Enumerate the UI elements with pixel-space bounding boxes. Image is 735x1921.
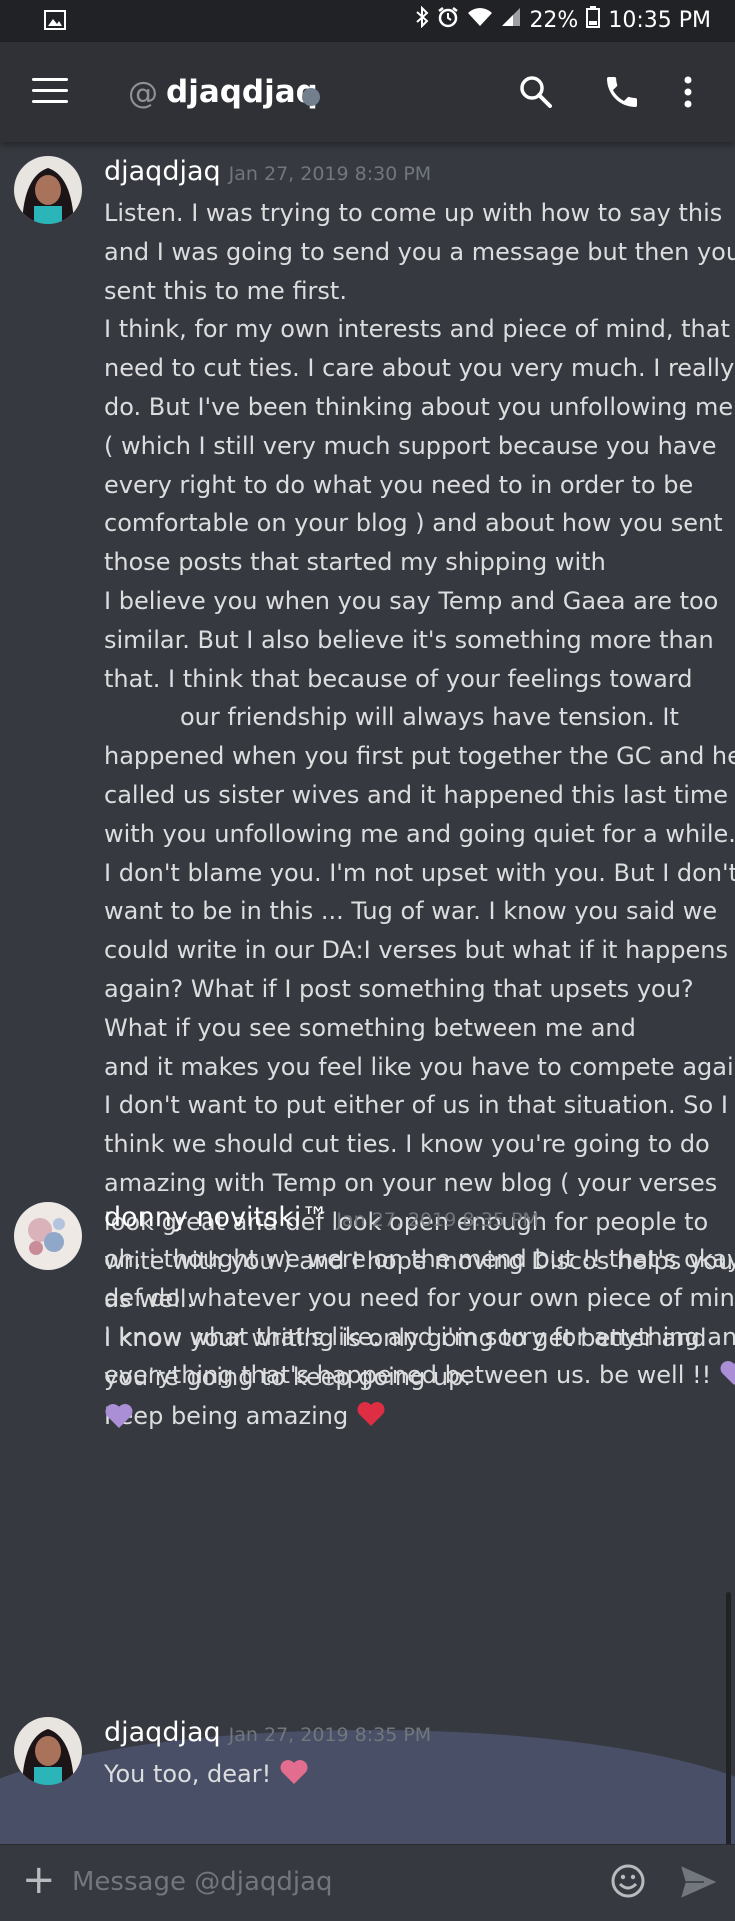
message-line: I don't want to put either of us in that…	[104, 1091, 728, 1120]
message-input-bar: + Message @djaqdjaq	[0, 1844, 735, 1921]
menu-icon[interactable]	[32, 78, 68, 104]
message-line: I don't blame you. I'm not upset with yo…	[104, 858, 735, 887]
purple-heart-emoji	[719, 1359, 735, 1399]
message-line: that. I think that because of your feeli…	[104, 664, 693, 693]
message-timestamp: Jan 27, 2019 8:35 PM	[228, 1724, 432, 1746]
message-line: want to be in this ... Tug of war. I kno…	[104, 897, 718, 926]
message-content: You too, dear!	[104, 1755, 724, 1798]
message-line: def do whatever you need for your own pi…	[104, 1283, 735, 1312]
signal-icon	[501, 7, 521, 33]
message-author[interactable]: djaqdjaq Jan 27, 2019 8:35 PM	[104, 1717, 431, 1748]
message-line: oh. i thought we were on the mend but !!…	[104, 1245, 735, 1273]
channel-header: @ djaqdjaq	[0, 42, 735, 142]
message-line: What if you see something between me and	[104, 1013, 636, 1042]
send-icon[interactable]	[678, 1863, 720, 1901]
call-icon[interactable]	[602, 72, 642, 112]
message-line: sent this to me first.	[104, 276, 347, 305]
message-timestamp: Jan 27, 2019 8:30 PM	[228, 163, 432, 185]
message-content: oh. i thought we were on the mend but !!…	[104, 1240, 735, 1442]
add-attachment-icon[interactable]: +	[22, 1857, 56, 1903]
message-line: think we should cut ties. I know you're …	[104, 1130, 710, 1159]
message-line: Listen. I was trying to come up with how…	[104, 199, 723, 227]
status-bar: 22% 10:35 PM	[0, 0, 735, 42]
battery-icon	[586, 6, 601, 34]
search-icon[interactable]	[516, 72, 556, 112]
wifi-icon	[467, 6, 493, 34]
message-author[interactable]: djaqdjaq Jan 27, 2019 8:30 PM	[104, 156, 431, 187]
message-line: do. But I've been thinking about you unf…	[104, 392, 734, 421]
message-line: happened when you first put together the…	[104, 742, 735, 771]
message-list[interactable]: djaqdjaq Jan 27, 2019 8:30 PM Listen. I w…	[0, 142, 735, 1844]
message-line: with you unfollowing me and going quiet …	[104, 819, 735, 848]
message-line: every right to do what you need to in or…	[104, 470, 694, 499]
purple-heart-emoji	[104, 1402, 134, 1442]
offline-status-dot	[302, 88, 320, 106]
message-line: amazing with Temp on your new blog ( you…	[104, 1168, 718, 1197]
message-line: our friendship will always have tension.…	[180, 703, 679, 732]
at-symbol: @	[128, 76, 158, 111]
message-line: need to cut ties. I care about you very …	[104, 354, 735, 383]
scrollbar[interactable]	[726, 1592, 731, 1844]
message-line: could write in our DA:I verses but what …	[104, 936, 728, 965]
more-options-icon[interactable]	[678, 72, 698, 112]
message-author[interactable]: donny novitski™ Jan 27, 2019 8:35 PM	[104, 1202, 539, 1233]
message-line: called us sister wives and it happened t…	[104, 780, 728, 809]
message-line-with-emoji	[104, 1399, 724, 1442]
alarm-icon	[437, 6, 459, 34]
message-line-with-emoji: everything that's happened between us. b…	[104, 1356, 735, 1399]
clock: 10:35 PM	[608, 7, 711, 33]
avatar[interactable]	[14, 156, 82, 224]
message-line: comfortable on your blog ) and about how…	[104, 509, 723, 538]
avatar[interactable]	[14, 1202, 82, 1270]
message-line: those posts that started my shipping wit…	[104, 548, 606, 577]
message-timestamp: Jan 27, 2019 8:35 PM	[336, 1209, 539, 1231]
message-line: You too, dear!	[104, 1760, 272, 1788]
message-line-with-emoji: You too, dear!	[104, 1755, 724, 1798]
message-line: and I was going to send you a message bu…	[104, 237, 735, 266]
battery-level: 22%	[529, 7, 579, 33]
emoji-icon[interactable]	[610, 1863, 646, 1899]
avatar[interactable]	[14, 1717, 82, 1785]
message-line: everything that's happened between us. b…	[104, 1361, 712, 1390]
message-line: i know what that's like. and i'm sorry f…	[104, 1322, 735, 1351]
bluetooth-icon	[415, 5, 429, 34]
message-line: similar. But I also believe it's somethi…	[104, 625, 714, 654]
message-line: and it makes you feel like you have to c…	[104, 1052, 735, 1081]
message-input[interactable]: Message @djaqdjaq	[72, 1867, 333, 1897]
gallery-notification-icon	[44, 10, 66, 36]
message-line: again? What if I post something that ups…	[104, 974, 694, 1003]
pink-heart-emoji	[279, 1758, 309, 1798]
message-line: ( which I still very much support becaus…	[104, 431, 717, 460]
message-line: I believe you when you say Temp and Gaea…	[104, 586, 719, 615]
dm-title: djaqdjaq	[166, 74, 318, 110]
message-line: I think, for my own interests and piece …	[104, 315, 735, 344]
